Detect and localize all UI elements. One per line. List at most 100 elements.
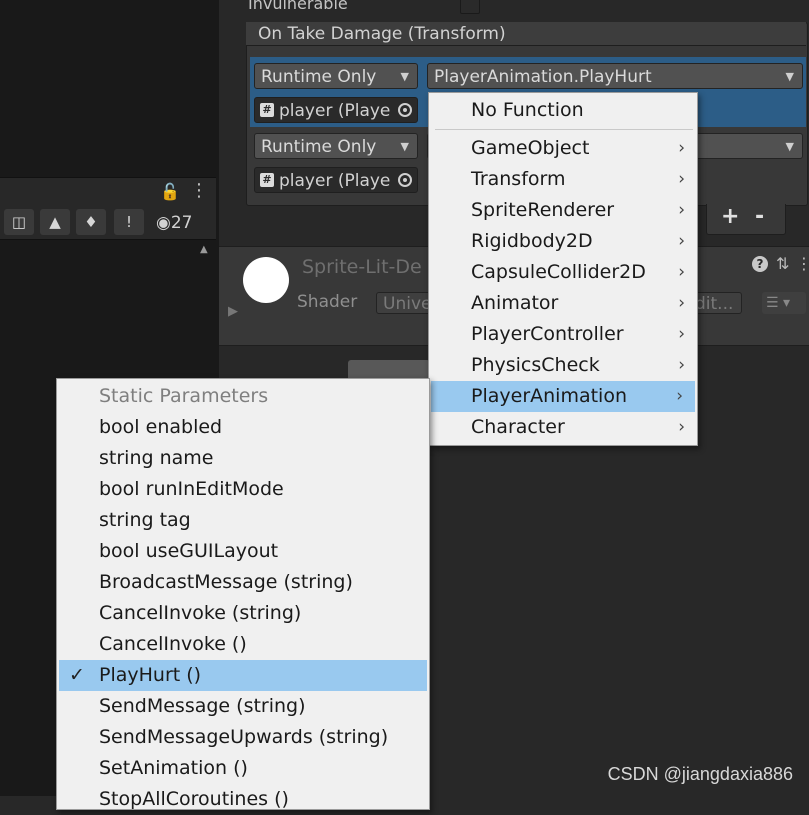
settings-sliders-icon[interactable]: ⇅ xyxy=(776,254,789,273)
menu-item-stopallcoroutines[interactable]: StopAllCoroutines () xyxy=(57,784,429,815)
menu-item-label: SpriteRenderer xyxy=(471,199,615,221)
shader-dropdown[interactable]: Unive xyxy=(376,292,436,314)
checkmark-icon: ✓ xyxy=(69,664,85,686)
menu-item-label: Character xyxy=(471,416,565,438)
static-parameters-header: Static Parameters xyxy=(57,381,429,412)
object-value: player (Playe xyxy=(279,101,391,121)
menu-item-bool-useguilayout[interactable]: bool useGUILayout xyxy=(57,536,429,567)
method-submenu: Static Parameters bool enabled string na… xyxy=(56,378,430,810)
chevron-right-icon: › xyxy=(678,169,685,189)
rect-tool-icon[interactable]: ◫ xyxy=(4,209,34,235)
menu-item-string-name[interactable]: string name xyxy=(57,443,429,474)
shader-value: Unive xyxy=(383,294,432,314)
hidden-eye-icon: ◉ xyxy=(156,213,171,233)
menu-item-bool-enabled[interactable]: bool enabled xyxy=(57,412,429,443)
invulnerable-checkbox[interactable] xyxy=(460,0,480,14)
object-picker-icon[interactable] xyxy=(398,173,412,187)
header-label: Static Parameters xyxy=(99,385,269,407)
material-preview xyxy=(243,257,289,303)
no-function-label: No Function xyxy=(471,99,584,121)
object-value: player (Playe xyxy=(279,171,391,191)
invulnerable-label: Invulnerable xyxy=(248,0,348,13)
menu-item-setanimation[interactable]: SetAnimation () xyxy=(57,753,429,784)
material-name: Sprite-Lit-De xyxy=(302,256,422,278)
menu-item-sendmessageupwards[interactable]: SendMessageUpwards (string) xyxy=(57,722,429,753)
runtime-mode-dropdown-1[interactable]: Runtime Only ▼ xyxy=(254,63,418,89)
menu-item-cancelinvoke[interactable]: CancelInvoke () xyxy=(57,629,429,660)
menu-item-label: bool useGUILayout xyxy=(99,540,279,562)
menu-item-playercontroller[interactable]: PlayerController › xyxy=(429,319,697,350)
help-icon[interactable]: ? xyxy=(752,256,768,272)
target-object-field-2[interactable]: # player (Playe xyxy=(254,167,418,193)
menu-item-label: string name xyxy=(99,447,214,469)
scene-toolbar: ◫ ▲ ♦ ! ◉27 xyxy=(0,205,216,240)
function-dropdown-1[interactable]: PlayerAnimation.PlayHurt ▼ xyxy=(427,63,803,89)
menu-item-label: PlayerController xyxy=(471,323,624,345)
menu-item-broadcastmessage[interactable]: BroadcastMessage (string) xyxy=(57,567,429,598)
dropdown-arrow-icon: ▼ xyxy=(400,70,409,83)
menu-item-label: Rigidbody2D xyxy=(471,230,593,252)
menu-separator xyxy=(435,129,693,130)
menu-item-no-function[interactable]: No Function xyxy=(429,95,697,126)
foldout-arrow-icon[interactable]: ▶ xyxy=(228,304,238,319)
tag-icon[interactable]: ♦ xyxy=(76,209,106,235)
chevron-right-icon: › xyxy=(678,262,685,282)
kebab-menu-icon[interactable]: ⋮ xyxy=(190,180,208,201)
menu-item-rigidbody2d[interactable]: Rigidbody2D › xyxy=(429,226,697,257)
dropdown-arrow-icon: ▼ xyxy=(400,140,409,153)
menu-item-label: PhysicsCheck xyxy=(471,354,600,376)
menu-item-playhurt[interactable]: ✓ PlayHurt () xyxy=(59,660,427,691)
runtime-mode-value: Runtime Only xyxy=(261,137,377,157)
edit-label: dit... xyxy=(695,294,734,314)
menu-item-spriterenderer[interactable]: SpriteRenderer › xyxy=(429,195,697,226)
chevron-right-icon: › xyxy=(678,324,685,344)
dropdown-arrow-icon: ▼ xyxy=(785,70,794,83)
dropdown-arrow-icon: ▼ xyxy=(785,140,794,153)
shader-label: Shader xyxy=(297,292,358,312)
watermark: CSDN @jiangdaxia886 xyxy=(607,764,793,784)
runtime-mode-dropdown-2[interactable]: Runtime Only ▼ xyxy=(254,133,418,159)
add-listener-button[interactable]: + xyxy=(721,204,739,229)
chevron-right-icon: › xyxy=(676,386,683,406)
menu-item-animator[interactable]: Animator › xyxy=(429,288,697,319)
list-view-icon[interactable]: ☰ ▾ xyxy=(762,292,806,314)
menu-item-label: GameObject xyxy=(471,137,590,159)
menu-item-character[interactable]: Character › xyxy=(429,412,697,443)
event-title: On Take Damage (Transform) xyxy=(246,22,806,46)
lock-icon[interactable]: 🔓 xyxy=(160,182,180,201)
chevron-right-icon: › xyxy=(678,138,685,158)
menu-item-label: CapsuleCollider2D xyxy=(471,261,646,283)
menu-item-label: SetAnimation () xyxy=(99,757,248,779)
menu-item-label: bool enabled xyxy=(99,416,223,438)
warning-icon[interactable]: ! xyxy=(114,209,144,235)
scroll-up-arrow[interactable]: ▲ xyxy=(200,244,208,255)
menu-item-string-tag[interactable]: string tag xyxy=(57,505,429,536)
menu-item-gameobject[interactable]: GameObject › xyxy=(429,133,697,164)
menu-item-transform[interactable]: Transform › xyxy=(429,164,697,195)
menu-item-label: SendMessage (string) xyxy=(99,695,306,717)
menu-item-label: StopAllCoroutines () xyxy=(99,788,289,810)
runtime-mode-value: Runtime Only xyxy=(261,67,377,87)
menu-item-label: PlayHurt () xyxy=(99,664,202,686)
menu-item-label: bool runInEditMode xyxy=(99,478,284,500)
more-icon[interactable]: ⋮ xyxy=(796,254,809,273)
menu-item-playeranimation[interactable]: PlayerAnimation › xyxy=(431,381,695,412)
target-object-field-1[interactable]: # player (Playe xyxy=(254,97,418,123)
object-picker-icon[interactable] xyxy=(398,103,412,117)
menu-item-label: string tag xyxy=(99,509,191,531)
menu-item-label: Transform xyxy=(471,168,566,190)
menu-item-label: BroadcastMessage (string) xyxy=(99,571,353,593)
visibility-toggle[interactable]: ◉27 xyxy=(156,213,192,233)
menu-item-cancelinvoke-string[interactable]: CancelInvoke (string) xyxy=(57,598,429,629)
component-menu: No Function GameObject › Transform › Sprit… xyxy=(428,92,698,446)
menu-item-label: CancelInvoke () xyxy=(99,633,247,655)
shapes-icon[interactable]: ▲ xyxy=(40,209,70,235)
menu-item-capsulecollider2d[interactable]: CapsuleCollider2D › xyxy=(429,257,697,288)
menu-item-physicscheck[interactable]: PhysicsCheck › xyxy=(429,350,697,381)
hierarchy-header: 🔓 ⋮ xyxy=(0,177,216,207)
hidden-count: 27 xyxy=(170,213,193,233)
menu-item-sendmessage[interactable]: SendMessage (string) xyxy=(57,691,429,722)
chevron-right-icon: › xyxy=(678,417,685,437)
remove-listener-button[interactable]: - xyxy=(755,204,764,229)
menu-item-bool-runineditmode[interactable]: bool runInEditMode xyxy=(57,474,429,505)
